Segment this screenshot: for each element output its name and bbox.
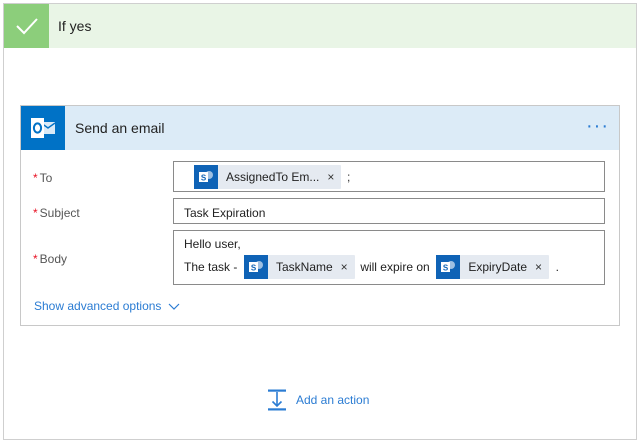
svg-text:S: S bbox=[251, 264, 257, 273]
body-line-1: Hello user, bbox=[184, 237, 241, 251]
token-label: TaskName bbox=[275, 260, 333, 274]
body-label-text: Body bbox=[39, 252, 68, 266]
send-email-action-card: Send an email ··· * To S AssignedTo Em...… bbox=[20, 105, 620, 326]
body-line-2: The task - S TaskName × will expire on S… bbox=[184, 255, 604, 279]
body-text-after: . bbox=[555, 260, 559, 274]
condition-branch-if-yes: If yes Send an email ··· * To S Assigned… bbox=[3, 3, 637, 440]
token-label: AssignedTo Em... bbox=[226, 170, 320, 184]
svg-text:S: S bbox=[443, 264, 449, 273]
remove-token-icon[interactable]: × bbox=[341, 260, 355, 274]
required-marker: * bbox=[33, 206, 38, 220]
add-action-label: Add an action bbox=[296, 393, 370, 407]
subject-value: Task Expiration bbox=[184, 206, 266, 220]
to-separator: ; bbox=[347, 170, 351, 184]
show-advanced-options-link[interactable]: Show advanced options bbox=[34, 299, 180, 313]
action-card-header[interactable]: Send an email ··· bbox=[21, 106, 619, 150]
remove-token-icon[interactable]: × bbox=[327, 170, 341, 184]
subject-label: * Subject bbox=[33, 206, 80, 220]
to-label-text: To bbox=[39, 171, 53, 185]
sharepoint-icon: S bbox=[436, 255, 461, 279]
more-options-icon[interactable]: ··· bbox=[586, 115, 609, 138]
add-action-button[interactable]: Add an action bbox=[265, 388, 369, 412]
subject-label-text: Subject bbox=[39, 206, 80, 220]
branch-title: If yes bbox=[58, 18, 92, 34]
to-label: * To bbox=[33, 171, 52, 185]
checkmark-icon bbox=[4, 4, 49, 48]
add-action-icon bbox=[268, 389, 286, 411]
body-text-before: The task - bbox=[184, 260, 238, 274]
assignedto-email-token[interactable]: S AssignedTo Em... × bbox=[194, 165, 342, 189]
required-marker: * bbox=[33, 171, 38, 185]
required-marker: * bbox=[33, 252, 38, 266]
branch-header[interactable]: If yes bbox=[4, 4, 636, 48]
expirydate-token[interactable]: S ExpiryDate × bbox=[436, 255, 550, 279]
subject-field[interactable]: Task Expiration bbox=[173, 198, 605, 224]
sharepoint-icon: S bbox=[243, 255, 268, 279]
chevron-down-icon bbox=[168, 303, 180, 310]
body-field[interactable]: Hello user, The task - S TaskName × will… bbox=[173, 230, 605, 285]
remove-token-icon[interactable]: × bbox=[535, 260, 549, 274]
outlook-icon bbox=[21, 106, 65, 150]
token-label: ExpiryDate bbox=[468, 260, 527, 274]
body-label: * Body bbox=[33, 252, 67, 266]
sharepoint-icon: S bbox=[194, 165, 218, 189]
taskname-token[interactable]: S TaskName × bbox=[243, 255, 355, 279]
to-field[interactable]: S AssignedTo Em... × ; bbox=[173, 161, 605, 192]
body-text-middle: will expire on bbox=[360, 260, 430, 274]
action-title: Send an email bbox=[75, 120, 165, 136]
advanced-options-label: Show advanced options bbox=[34, 299, 162, 313]
svg-text:S: S bbox=[201, 174, 207, 183]
